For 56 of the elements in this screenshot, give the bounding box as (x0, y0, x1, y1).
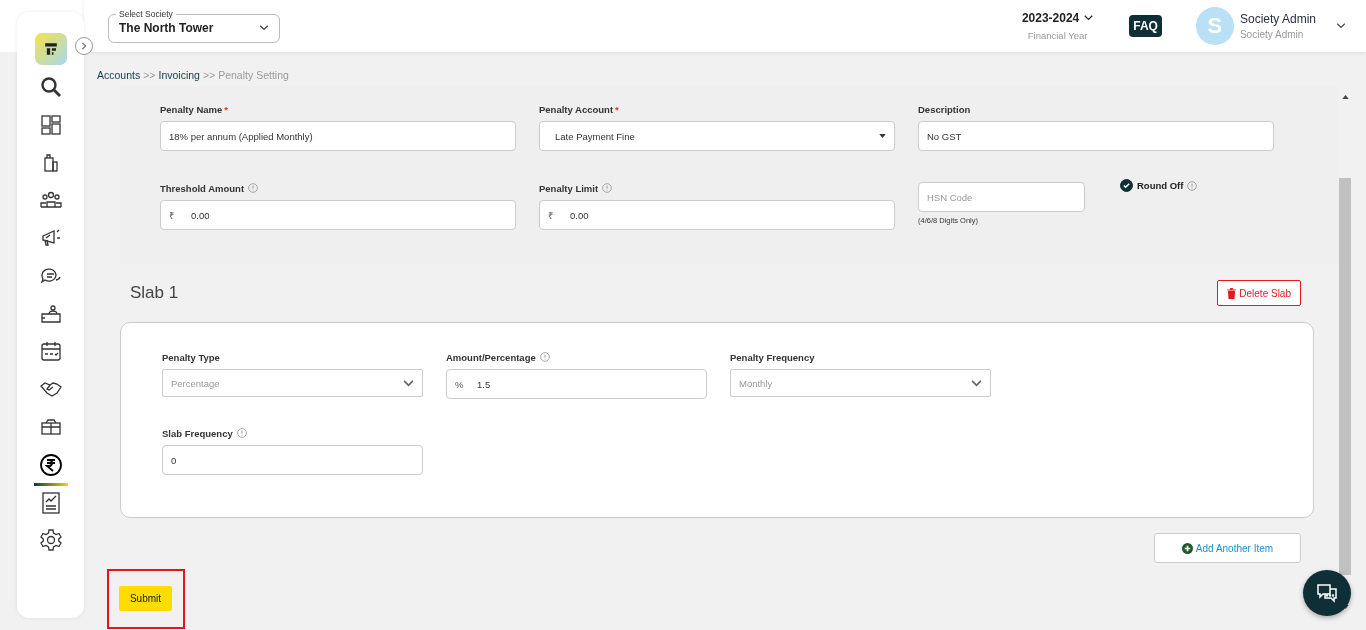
submit-button[interactable]: Submit (119, 586, 172, 611)
chevron-down-icon (403, 379, 414, 387)
required-mark: * (615, 103, 619, 115)
chat-bubbles-icon (1315, 581, 1339, 605)
amount-field[interactable]: % 1.5 (446, 369, 707, 399)
field-label: Penalty Limit (539, 182, 599, 194)
trash-icon (1227, 287, 1237, 299)
scroll-up-arrow-icon[interactable] (1341, 95, 1349, 99)
calendar-icon (38, 339, 63, 364)
field-label: Select Society (116, 8, 176, 19)
field-label: Penalty Account (539, 103, 614, 115)
add-another-item-button[interactable]: Add Another Item (1154, 533, 1301, 563)
field-label: Slab Frequency (162, 427, 233, 439)
app-logo-icon (34, 33, 67, 65)
field-label: Penalty Frequency (730, 351, 815, 363)
settings-icon (38, 528, 63, 553)
caret-icon (879, 134, 886, 138)
user-name: Society Admin (1239, 12, 1316, 26)
slab-title: Slab 1 (130, 283, 179, 303)
checkbox-label: Round Off (1137, 180, 1184, 191)
chat-button[interactable] (1303, 570, 1351, 616)
faq-button[interactable]: FAQ (1129, 15, 1162, 37)
dropdown-field[interactable]: Late Payment Fine (539, 121, 895, 151)
dashboard-icon (38, 112, 63, 137)
society-name: The North Tower (119, 21, 214, 35)
checkbox[interactable] (1120, 179, 1133, 192)
chevron-right-icon (80, 42, 88, 50)
checkmark-icon (1122, 181, 1131, 190)
input-field[interactable]: 18% per annum (Applied Monthly) (160, 121, 516, 151)
breadcrumb-separator: >> (202, 69, 216, 81)
hsn-code-field[interactable]: HSN Code (918, 182, 1085, 212)
input-field[interactable]: No GST (918, 121, 1274, 151)
breadcrumb-link[interactable]: Invoicing (158, 69, 200, 81)
financial-year-value[interactable]: 2023-2024 (1021, 11, 1080, 25)
search-icon (38, 74, 63, 99)
chevron-down-icon (1084, 15, 1094, 21)
financial-year-caption: Financial Year (1027, 30, 1088, 41)
delete-slab-button[interactable]: Delete Slab (1217, 280, 1301, 306)
field-label: Threshold Amount (160, 182, 245, 194)
chevron-down-icon[interactable] (1336, 23, 1346, 29)
amount-field[interactable]: ₹ 0.00 (539, 200, 895, 230)
field-label: Description (918, 103, 971, 115)
field-label: Amount/Percentage (446, 351, 536, 363)
user-role: Society Admin (1239, 29, 1305, 40)
breadcrumb-separator: >> (143, 69, 156, 81)
field-label: Penalty Name (160, 103, 223, 115)
input-field[interactable]: 0 (162, 445, 423, 475)
breadcrumb-link[interactable]: Accounts (97, 69, 141, 81)
required-mark: * (224, 103, 228, 115)
chevron-down-icon (971, 379, 982, 387)
chevron-down-icon (259, 25, 269, 31)
avatar: S (1195, 7, 1234, 45)
field-label: Penalty Type (162, 351, 220, 363)
amount-field[interactable]: ₹ 0.00 (160, 200, 516, 230)
rupee-icon (38, 452, 63, 477)
plus-circle-icon (1181, 542, 1193, 554)
